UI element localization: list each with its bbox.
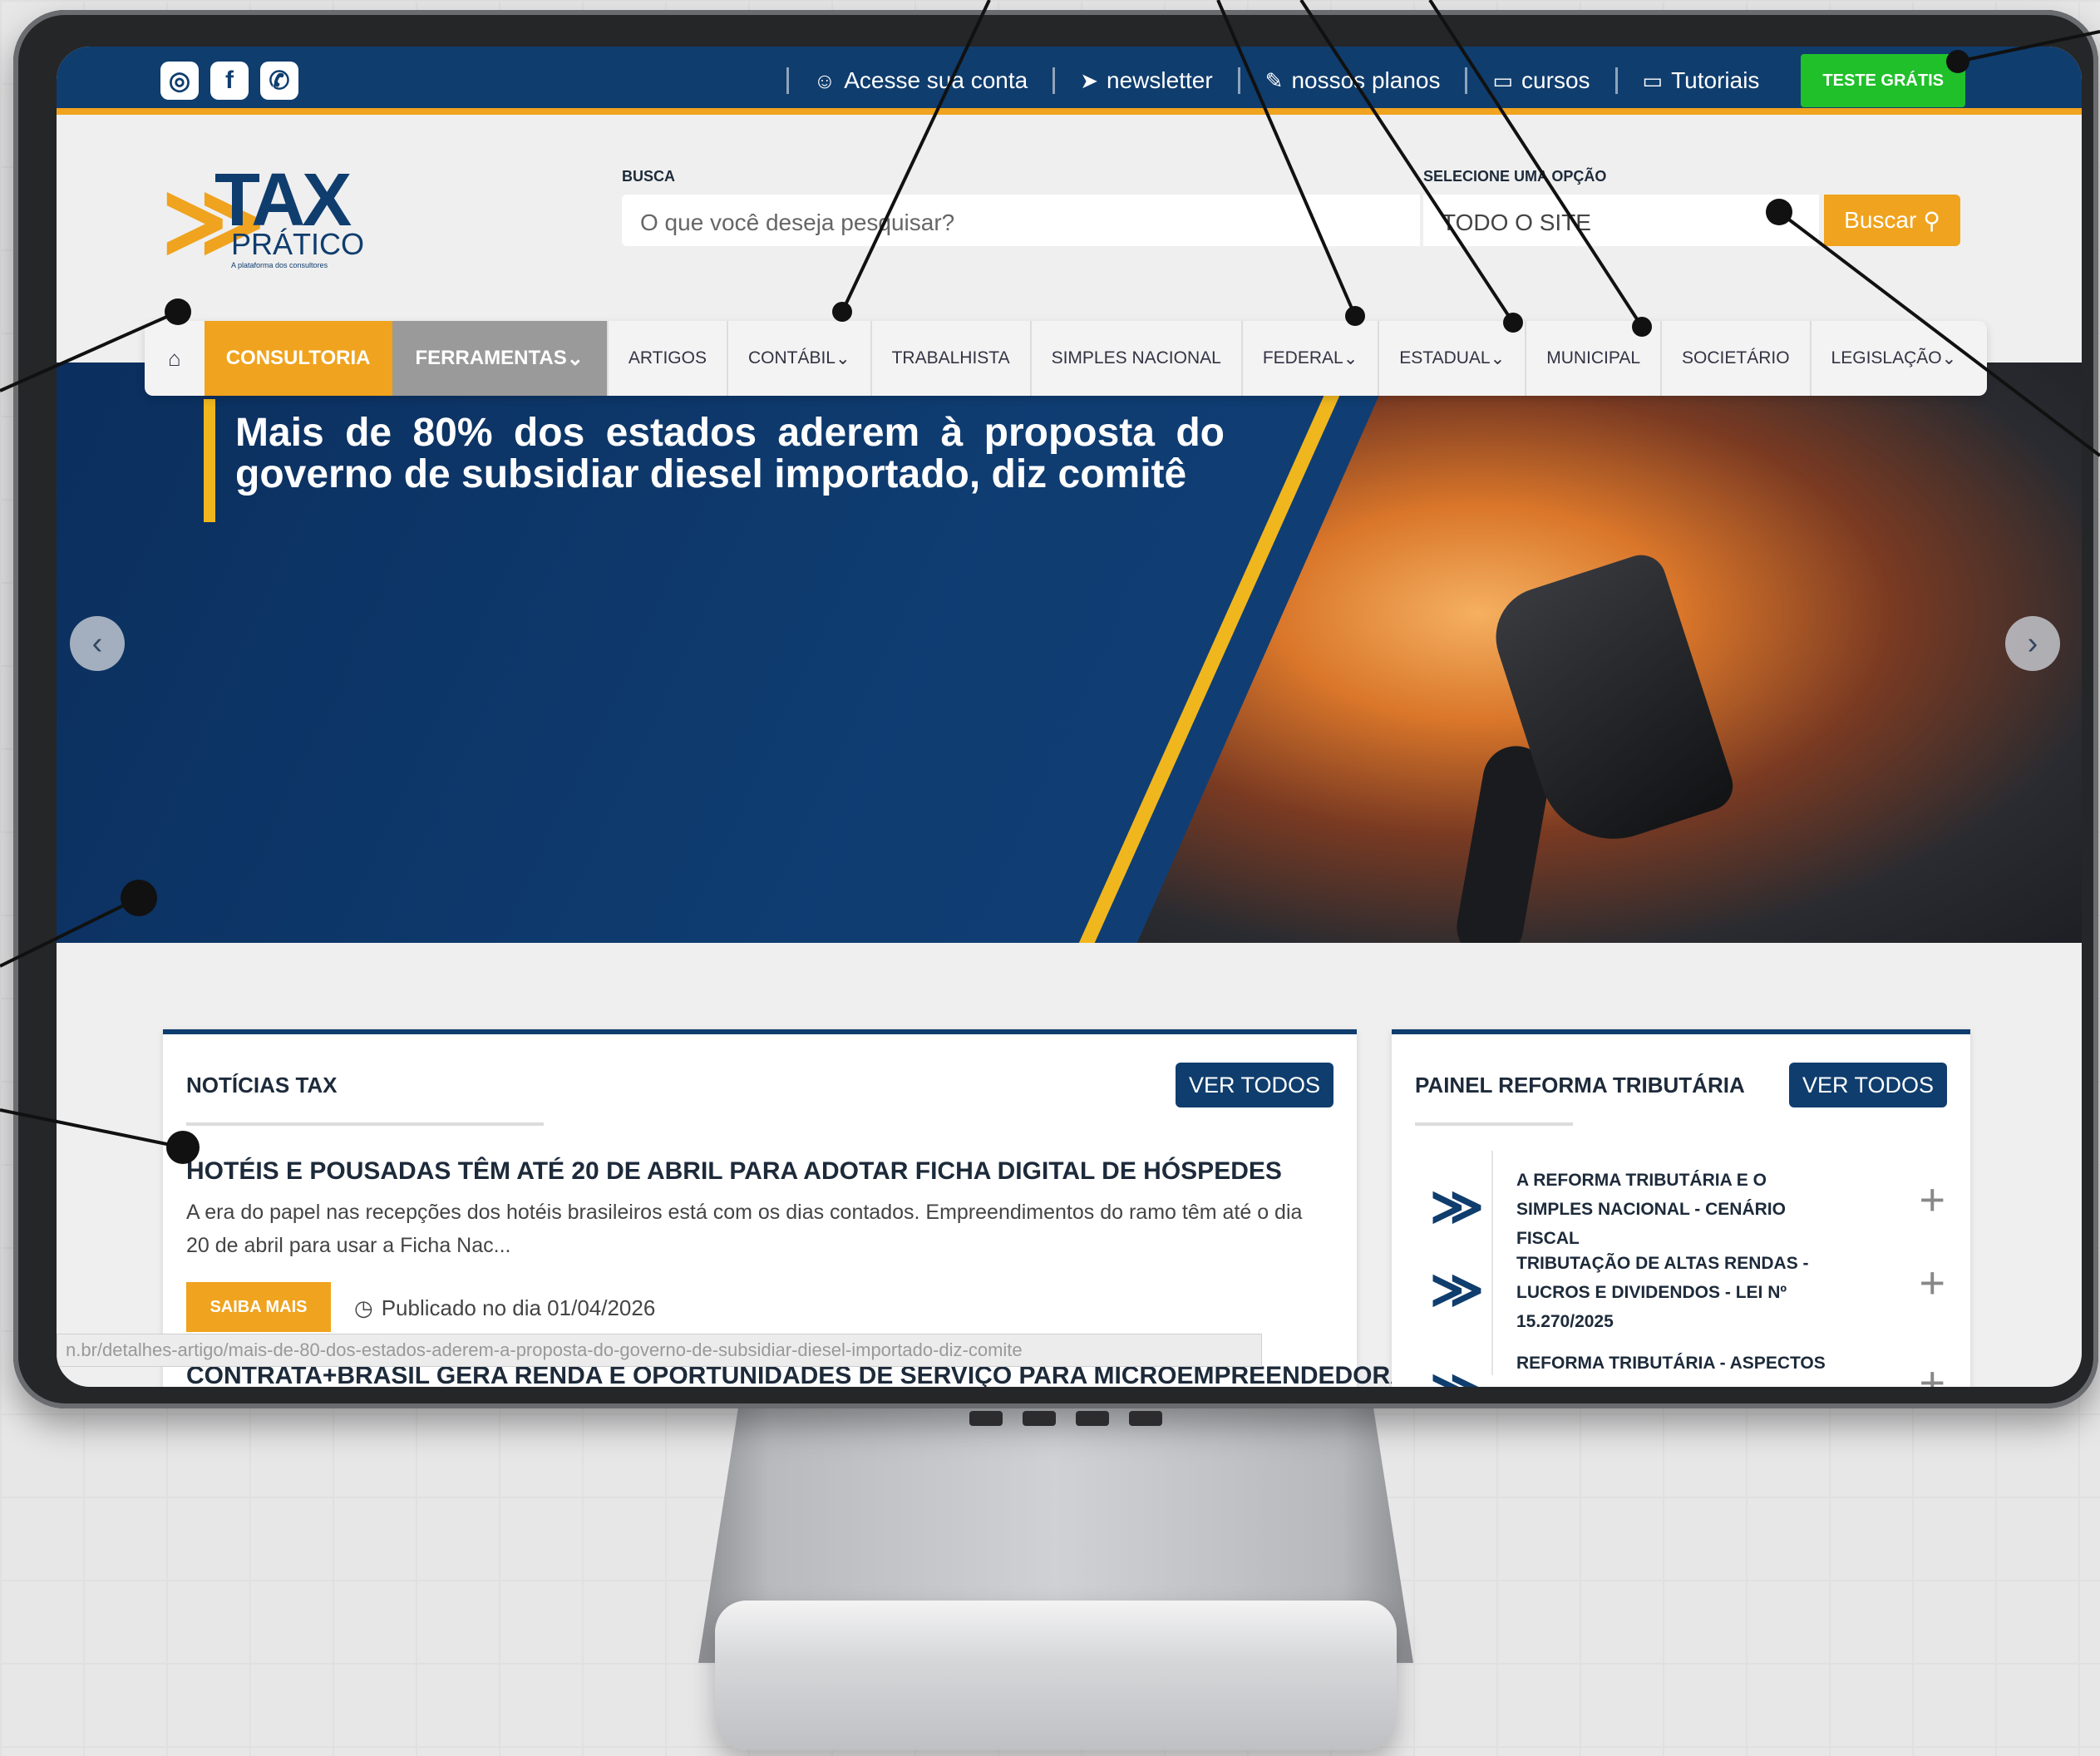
nav-trabalhista[interactable]: TRABALHISTA — [870, 321, 1030, 396]
tutorials-link[interactable]: ▭ Tutoriais — [1614, 67, 1785, 94]
facebook-icon[interactable]: f — [210, 62, 249, 100]
nav-municipal[interactable]: MUNICIPAL — [1525, 321, 1660, 396]
search-button[interactable]: Buscar ⚲ — [1824, 195, 1960, 246]
user-icon: ☺ — [813, 67, 836, 93]
list-item[interactable]: ≫ A REFORMA TRIBUTÁRIA E O SIMPLES NACIO… — [1392, 1159, 1970, 1250]
monitor-base — [715, 1601, 1397, 1750]
news-item-title[interactable]: HOTÉIS E POUSADAS TÊM ATÉ 20 DE ABRIL PA… — [186, 1157, 1282, 1186]
hero-banner[interactable]: Mais de 80% dos estados aderem à propost… — [57, 363, 2082, 943]
social-links: ◎ f ✆ — [160, 62, 298, 100]
monitor-ports — [969, 1411, 1169, 1429]
reforma-underline — [1415, 1122, 1573, 1126]
nav-ferramentas[interactable]: FERRAMENTAS ⌄ — [392, 321, 607, 396]
nav-estadual[interactable]: ESTADUAL ⌄ — [1378, 321, 1525, 396]
carousel-prev-button[interactable]: ‹ — [70, 616, 125, 671]
chevron-left-icon: ‹ — [91, 625, 103, 661]
news-panel-title: NOTÍCIAS TAX — [186, 1073, 338, 1098]
monitor-bezel: ◎ f ✆ ☺ Acesse sua conta ➤ newsletter ✎ nos… — [13, 10, 2098, 1426]
scope-select[interactable]: TODO O SITE — [1423, 195, 1819, 246]
reforma-panel-title: PAINEL REFORMA TRIBUTÁRIA — [1415, 1073, 1745, 1098]
top-bar: ◎ f ✆ ☺ Acesse sua conta ➤ newsletter ✎ nos… — [57, 47, 2082, 115]
hero-headline[interactable]: Mais de 80% dos estados aderem à propost… — [235, 412, 1225, 496]
plus-icon[interactable]: + — [1919, 1257, 1945, 1309]
publish-date: ◷ Publicado no dia 01/04/2026 — [354, 1295, 656, 1320]
plus-icon[interactable]: + — [1919, 1174, 1945, 1226]
search-label: BUSCA — [622, 168, 676, 185]
news-item-excerpt: A era do papel nas recepções dos hotéis … — [186, 1201, 1303, 1257]
headline-accent-bar — [204, 399, 215, 522]
whatsapp-icon[interactable]: ✆ — [260, 62, 298, 100]
plans-link[interactable]: ✎ nossos planos — [1237, 67, 1466, 94]
nav-simples-nacional[interactable]: SIMPLES NACIONAL — [1029, 321, 1241, 396]
carousel-next-button[interactable]: › — [2005, 616, 2060, 671]
courses-link[interactable]: ▭ cursos — [1465, 67, 1614, 94]
free-trial-button[interactable]: TESTE GRÁTIS — [1801, 54, 1965, 107]
chevron-down-icon: ⌄ — [1343, 348, 1358, 368]
reforma-item-label: A REFORMA TRIBUTÁRIA E O SIMPLES NACIONA… — [1516, 1171, 1786, 1248]
chevron-right-icon: › — [2027, 625, 2038, 661]
tax-chevron-icon: ≫ — [1430, 1178, 1484, 1236]
reforma-item-label: TRIBUTAÇÃO DE ALTAS RENDAS - LUCROS E DI… — [1516, 1254, 1809, 1331]
search-input[interactable]: O que você deseja pesquisar? — [622, 195, 1420, 246]
book-icon: ▭ — [1492, 67, 1514, 93]
newsletter-link[interactable]: ➤ newsletter — [1052, 67, 1237, 94]
account-link[interactable]: ☺ Acesse sua conta — [786, 67, 1053, 94]
reforma-view-all-button[interactable]: VER TODOS — [1789, 1063, 1947, 1107]
edit-icon: ✎ — [1264, 67, 1284, 93]
main-nav: ⌂ CONSULTORIA FERRAMENTAS ⌄ ARTIGOS CONTÁ… — [145, 321, 1987, 396]
read-more-button[interactable]: SAIBA MAIS — [186, 1282, 331, 1332]
reforma-item-label: REFORMA TRIBUTÁRIA - ASPECTOS — [1516, 1354, 1826, 1373]
list-item[interactable]: ≫ TRIBUTAÇÃO DE ALTAS RENDAS - LUCROS E … — [1392, 1242, 1970, 1334]
list-item[interactable]: ≫ REFORMA TRIBUTÁRIA - ASPECTOS + — [1392, 1342, 1970, 1387]
search-icon: ⚲ — [1923, 207, 1940, 234]
website-screen: ◎ f ✆ ☺ Acesse sua conta ➤ newsletter ✎ nos… — [57, 47, 2082, 1387]
site-logo[interactable]: ≫ TAX PRÁTICO A plataforma dos consultor… — [161, 163, 377, 271]
instagram-icon[interactable]: ◎ — [160, 62, 199, 100]
nav-societario[interactable]: SOCIETÁRIO — [1660, 321, 1810, 396]
top-links: ☺ Acesse sua conta ➤ newsletter ✎ nossos pl… — [786, 47, 1965, 115]
home-icon[interactable]: ⌂ — [145, 321, 205, 396]
chevron-down-icon: ⌄ — [1941, 348, 1957, 368]
nav-artigos[interactable]: ARTIGOS — [606, 321, 727, 396]
nav-legislacao[interactable]: LEGISLAÇÃO ⌄ — [1809, 321, 1977, 396]
status-bar-url: n.br/detalhes-artigo/mais-de-80-dos-esta… — [57, 1334, 1262, 1367]
reforma-panel: PAINEL REFORMA TRIBUTÁRIA VER TODOS ≫ A … — [1392, 1029, 1970, 1387]
tax-chevron-icon: ≫ — [1430, 1359, 1484, 1387]
nav-consultoria[interactable]: CONSULTORIA — [204, 321, 392, 396]
chevron-down-icon: ⌄ — [836, 348, 850, 368]
plus-icon[interactable]: + — [1919, 1357, 1945, 1387]
tax-chevron-icon: ≫ — [1430, 1261, 1484, 1319]
logo-pratico: PRÁTICO — [231, 227, 365, 261]
select-label: SELECIONE UMA OPÇÃO — [1423, 168, 1607, 185]
nav-contabil[interactable]: CONTÁBIL ⌄ — [726, 321, 870, 396]
logo-tagline: A plataforma dos consultores — [231, 261, 328, 269]
news-view-all-button[interactable]: VER TODOS — [1176, 1063, 1333, 1107]
chevron-down-icon: ⌄ — [566, 347, 584, 370]
send-icon: ➤ — [1080, 67, 1099, 93]
clock-icon: ◷ — [354, 1295, 373, 1320]
chevron-down-icon: ⌄ — [1490, 348, 1506, 368]
news-underline — [186, 1122, 544, 1126]
nav-federal[interactable]: FEDERAL ⌄ — [1240, 321, 1378, 396]
book-icon: ▭ — [1642, 67, 1664, 93]
